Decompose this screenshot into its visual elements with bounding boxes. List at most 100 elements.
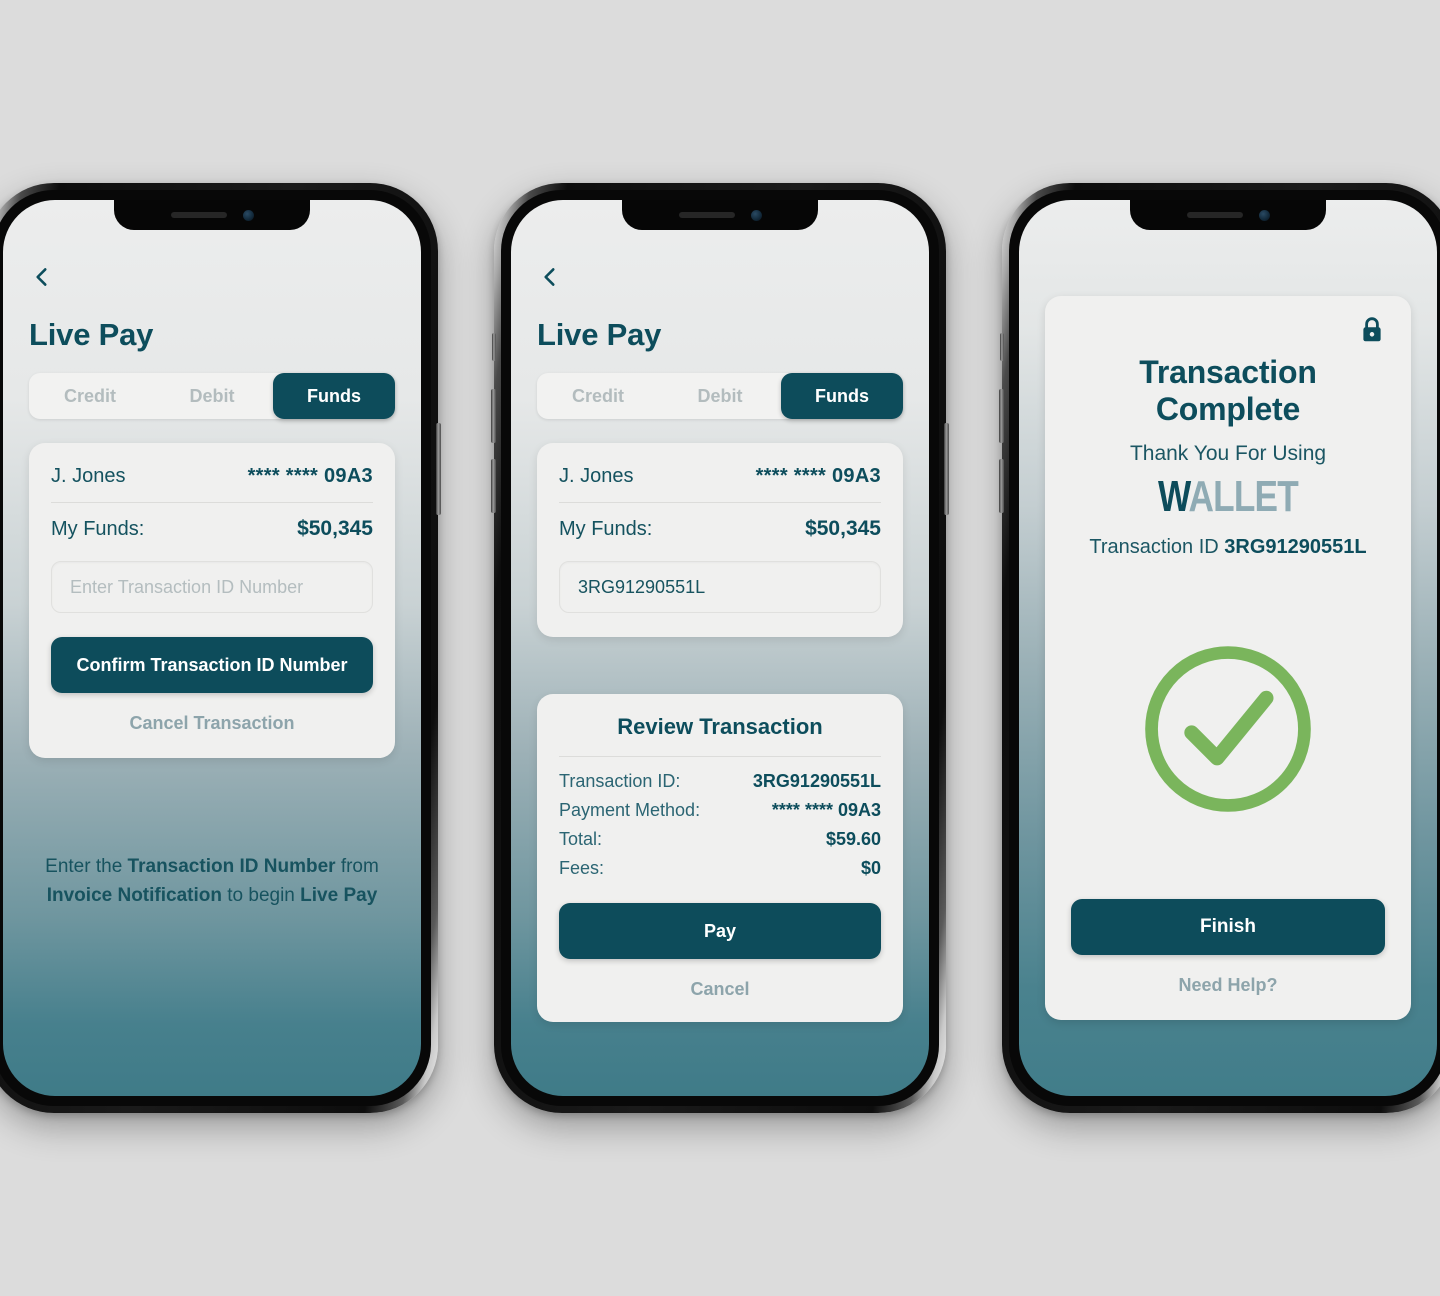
power-button[interactable] xyxy=(436,423,441,515)
check-circle-icon xyxy=(1145,646,1311,812)
screen-live-pay-entry: Live Pay Credit Debit Funds J. Jones ***… xyxy=(3,200,421,1096)
hint-line1-c: from xyxy=(335,856,379,877)
lock-icon[interactable] xyxy=(1359,316,1385,344)
phone-bezel-2: Live Pay Credit Debit Funds J. Jones ***… xyxy=(501,190,939,1106)
cancel-transaction-link[interactable]: Cancel Transaction xyxy=(51,713,373,734)
need-help-link[interactable]: Need Help? xyxy=(1071,975,1385,996)
card-divider xyxy=(51,502,373,503)
review-label: Payment Method: xyxy=(559,800,701,820)
volume-up-button[interactable] xyxy=(999,389,1004,443)
account-row: J. Jones **** **** 09A3 xyxy=(51,465,373,488)
review-label: Total: xyxy=(559,829,603,849)
review-rows: Transaction ID: 3RG91290551L Payment Met… xyxy=(559,756,881,879)
screen-review-transaction: Live Pay Credit Debit Funds J. Jones ***… xyxy=(511,200,929,1096)
volume-down-button[interactable] xyxy=(999,459,1004,513)
tab-credit[interactable]: Credit xyxy=(29,373,151,419)
chevron-left-icon[interactable] xyxy=(29,264,55,290)
review-row: Total: $59.60 xyxy=(559,829,881,850)
funds-row: My Funds: $50,345 xyxy=(559,517,881,541)
silent-switch[interactable] xyxy=(492,333,496,361)
phone-bezel-3: Transaction Complete Thank You For Using… xyxy=(1009,190,1440,1106)
confirm-transaction-id-button[interactable]: Confirm Transaction ID Number xyxy=(51,637,373,693)
notch xyxy=(114,200,310,230)
tab-credit[interactable]: Credit xyxy=(537,373,659,419)
thank-you-text: Thank You For Using xyxy=(1129,442,1327,465)
review-label: Fees: xyxy=(559,858,605,878)
screen-transaction-complete: Transaction Complete Thank You For Using… xyxy=(1019,200,1437,1096)
phone-bezel-1: Live Pay Credit Debit Funds J. Jones ***… xyxy=(0,190,431,1106)
account-holder-name: J. Jones xyxy=(559,465,634,487)
phone-device-2: Live Pay Credit Debit Funds J. Jones ***… xyxy=(491,183,949,1113)
funds-value: $50,345 xyxy=(297,517,373,540)
status-icon-wrap xyxy=(1071,559,1385,899)
hint-line2-c: Live Pay xyxy=(300,885,378,906)
funds-value: $50,345 xyxy=(805,517,881,540)
finish-button[interactable]: Finish xyxy=(1071,899,1385,955)
account-holder-name: J. Jones xyxy=(51,465,126,487)
lock-row xyxy=(1071,316,1385,344)
transaction-id-input[interactable]: Enter Transaction ID Number xyxy=(51,561,373,613)
tab-funds[interactable]: Funds xyxy=(273,373,395,419)
tab-debit[interactable]: Debit xyxy=(659,373,781,419)
volume-down-button[interactable] xyxy=(491,459,496,513)
account-mask: **** **** 09A3 xyxy=(247,465,373,487)
power-button[interactable] xyxy=(944,423,949,515)
phone-device-3: Transaction Complete Thank You For Using… xyxy=(999,183,1440,1113)
entry-hint-text: Enter the Transaction ID Number from Inv… xyxy=(29,852,395,910)
silent-switch[interactable] xyxy=(1000,333,1004,361)
phone-device-1: Live Pay Credit Debit Funds J. Jones ***… xyxy=(0,183,441,1113)
funds-label: My Funds: xyxy=(51,518,145,540)
tab-funds[interactable]: Funds xyxy=(781,373,903,419)
front-camera-icon xyxy=(1258,209,1270,221)
hint-line2-a: Invoice Notification xyxy=(46,885,222,906)
wallet-logo-w: W xyxy=(1158,472,1189,521)
funds-label: My Funds: xyxy=(559,518,653,540)
hint-line2-b: to begin xyxy=(221,885,301,906)
account-card: J. Jones **** **** 09A3 My Funds: $50,34… xyxy=(29,443,395,758)
review-title: Review Transaction xyxy=(617,714,823,739)
cancel-link[interactable]: Cancel xyxy=(559,979,881,1000)
review-row: Transaction ID: 3RG91290551L xyxy=(559,771,881,792)
front-camera-icon xyxy=(750,209,762,221)
front-camera-icon xyxy=(242,209,254,221)
wallet-logo-rest: ALLET xyxy=(1188,472,1299,521)
speaker-grille-icon xyxy=(170,212,227,218)
review-value: **** **** 09A3 xyxy=(771,800,881,820)
speaker-grille-icon xyxy=(678,212,735,218)
transaction-id-display: Transaction ID 3RG91290551L xyxy=(1071,536,1385,559)
transaction-id-value: 3RG91290551L xyxy=(1224,536,1367,559)
transaction-id-label: Transaction ID xyxy=(1089,536,1225,559)
review-value: 3RG91290551L xyxy=(752,771,881,791)
notch xyxy=(622,200,818,230)
review-label: Transaction ID: xyxy=(559,771,681,791)
tab-debit[interactable]: Debit xyxy=(151,373,273,419)
page-title: Live Pay xyxy=(537,317,662,352)
review-row: Fees: $0 xyxy=(559,858,881,879)
transaction-complete-card: Transaction Complete Thank You For Using… xyxy=(1045,296,1411,1020)
payment-type-segmented-control: Credit Debit Funds xyxy=(537,373,903,419)
review-value: $59.60 xyxy=(825,829,881,849)
hint-line1-a: Enter the xyxy=(45,856,128,877)
review-transaction-section: Review Transaction Transaction ID: 3RG91… xyxy=(537,694,903,1022)
complete-title: Transaction Complete xyxy=(1139,354,1317,427)
volume-up-button[interactable] xyxy=(491,389,496,443)
wallet-logo: WALLET xyxy=(1102,472,1353,521)
page-title: Live Pay xyxy=(29,317,154,352)
transaction-id-input[interactable]: 3RG91290551L xyxy=(559,561,881,613)
account-mask: **** **** 09A3 xyxy=(755,465,881,487)
hint-line1-b: Transaction ID Number xyxy=(127,856,336,877)
review-card: Review Transaction Transaction ID: 3RG91… xyxy=(537,694,903,1022)
live-pay-entry-content: Live Pay Credit Debit Funds J. Jones ***… xyxy=(3,200,421,1096)
chevron-left-icon[interactable] xyxy=(537,264,563,290)
review-row: Payment Method: **** **** 09A3 xyxy=(559,800,881,821)
funds-row: My Funds: $50,345 xyxy=(51,517,373,541)
notch xyxy=(1130,200,1326,230)
review-value: $0 xyxy=(860,858,881,878)
pay-button[interactable]: Pay xyxy=(559,903,881,959)
payment-type-segmented-control: Credit Debit Funds xyxy=(29,373,395,419)
account-row: J. Jones **** **** 09A3 xyxy=(559,465,881,488)
card-divider xyxy=(559,502,881,503)
review-transaction-content: Live Pay Credit Debit Funds J. Jones ***… xyxy=(511,200,929,1096)
speaker-grille-icon xyxy=(1186,212,1243,218)
screenshot-stage: Live Pay Credit Debit Funds J. Jones ***… xyxy=(0,0,1440,1296)
